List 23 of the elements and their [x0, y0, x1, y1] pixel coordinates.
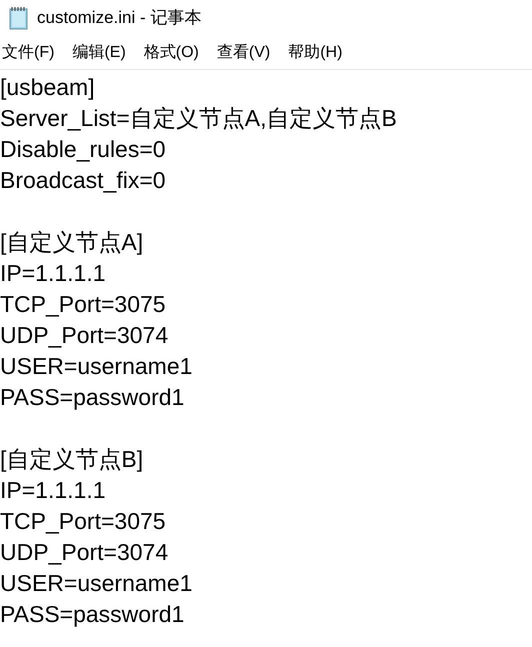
notepad-icon — [8, 6, 30, 30]
text-line: Disable_rules=0 — [0, 136, 166, 162]
menu-item[interactable]: 查看(V) — [216, 40, 278, 64]
text-line: Broadcast_fix=0 — [0, 167, 166, 193]
text-line: IP=1.1.1.1 — [0, 260, 106, 286]
text-line: PASS=password1 — [0, 601, 184, 627]
window-title: customize.ini - 记事本 — [37, 7, 202, 30]
text-line: IP=1.1.1.1 — [0, 477, 106, 503]
menu-item[interactable]: 编辑(E) — [72, 40, 134, 64]
menu-item[interactable]: 文件(F) — [2, 40, 62, 64]
text-line: UDP_Port=3074 — [0, 539, 168, 565]
text-line: PASS=password1 — [0, 384, 184, 410]
text-line: UDP_Port=3074 — [0, 322, 168, 348]
text-line: USER=username1 — [0, 570, 192, 596]
text-line: [自定义节点A] — [0, 229, 144, 255]
text-line: [自定义节点B] — [0, 446, 144, 472]
text-line: TCP_Port=3075 — [0, 291, 166, 317]
text-line: TCP_Port=3075 — [0, 508, 166, 534]
text-line: USER=username1 — [0, 353, 192, 379]
menu-item[interactable]: 帮助(H) — [288, 40, 350, 64]
text-line: Server_List=自定义节点A,自定义节点B — [0, 105, 397, 131]
text-line: [usbeam] — [0, 74, 95, 100]
menu-item[interactable]: 格式(O) — [144, 40, 207, 64]
